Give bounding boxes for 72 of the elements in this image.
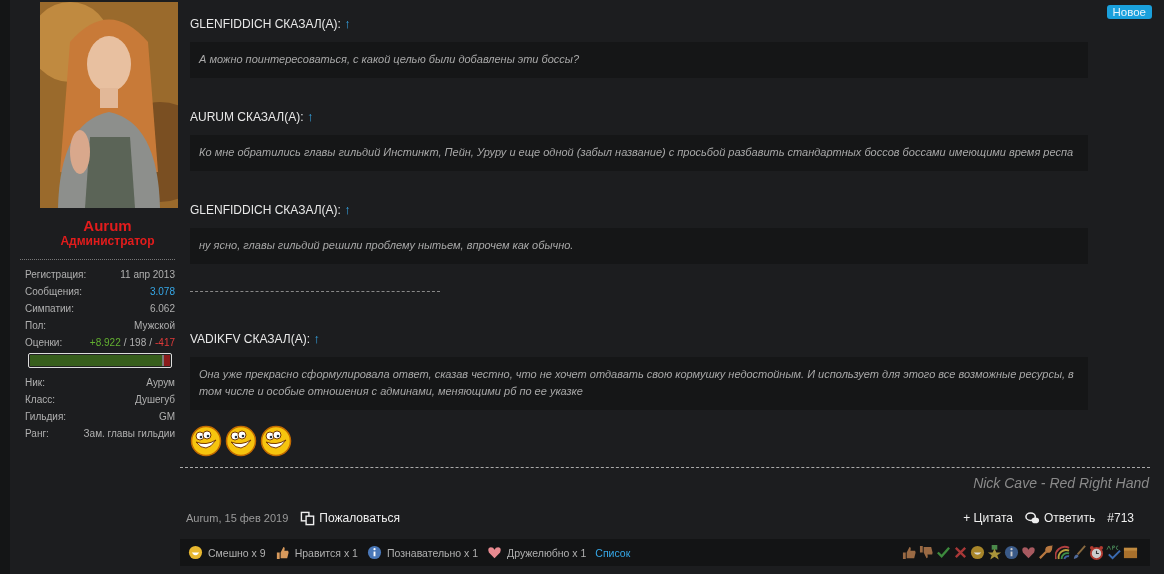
report-link[interactable]: Пожаловаться (300, 510, 400, 526)
stat-label: Оценки: (25, 337, 63, 348)
stat-value: 6.062 (149, 303, 175, 314)
grinning-smiley-icon (260, 425, 292, 457)
quote-author: GLENFIDDICH СКАЗАЛ(А): (190, 17, 341, 31)
copy-icon (300, 510, 316, 526)
profile-value: Зам. главы гильдии (83, 428, 175, 439)
quote-link[interactable]: + Цитата (963, 511, 1013, 525)
laughing-face-icon (188, 545, 203, 560)
profile-label: Ник: (25, 377, 45, 388)
quote-text: А можно поинтересоваться, с какой целью были добавлены эти боссы? (190, 42, 1088, 78)
alarm-clock-icon[interactable] (1089, 545, 1104, 560)
quote-author: VADIKFV СКАЗАЛ(А): (190, 332, 311, 346)
profile-label: Гильдия: (25, 411, 67, 422)
box-icon[interactable] (1123, 545, 1138, 560)
checkmark-icon[interactable] (936, 545, 951, 560)
positive-rating: +8.922 (89, 337, 121, 348)
stat-label: Симпатии: (25, 303, 74, 314)
reaction-count: Дружелюбно x 1 (507, 546, 587, 559)
stat-value: Мужской (134, 320, 175, 331)
profile-label: Класс: (25, 394, 55, 405)
rating-separator: / (149, 337, 152, 348)
reaction-count: Смешно x 9 (208, 546, 266, 559)
profile-label: Ранг: (25, 428, 49, 439)
rating-separator: / (123, 337, 127, 348)
profile-value: Душегуб (134, 394, 175, 405)
stat-label: Регистрация: (25, 269, 87, 280)
jump-link[interactable]: ↑ (344, 202, 351, 217)
new-badge: Новое (1106, 5, 1152, 19)
reaction-count: Нравится x 1 (294, 546, 358, 559)
profile-value: Аурум (146, 377, 175, 388)
brush-icon[interactable] (1072, 545, 1087, 560)
stat-label: Сообщения: (25, 286, 83, 297)
wrench-icon[interactable] (1038, 545, 1053, 560)
post-date[interactable]: Aurum, 15 фев 2019 (186, 512, 289, 524)
rainbow-icon[interactable] (1055, 545, 1070, 560)
quote-author: AURUM СКАЗАЛ(А): (190, 110, 304, 124)
info-icon[interactable] (1004, 545, 1019, 560)
heart-icon (487, 545, 503, 560)
info-icon (366, 545, 382, 560)
reactions-list-link[interactable]: Список (595, 546, 631, 559)
grinning-smiley-icon (190, 425, 222, 457)
jump-link[interactable]: ↑ (313, 331, 320, 346)
medal-icon[interactable] (987, 545, 1002, 560)
thumbs-up-icon (274, 545, 290, 560)
spellcheck-icon[interactable] (1106, 545, 1121, 560)
stat-value: 11 апр 2013 (120, 269, 175, 280)
jump-link[interactable]: ↑ (306, 109, 314, 124)
stat-value[interactable]: 3.078 (149, 286, 175, 297)
signature: Nick Cave - Red Right Hand (972, 475, 1150, 491)
negative-rating-segment (164, 355, 170, 366)
quote-text: Она уже прекрасно сформулировала ответ, сказав честно, что не хочет отдавать свою кормушку недостойным. И использует для этого все возможные ресурсы, в том числе и особые отношения с админами, меняющими рб по ее указке (190, 357, 1088, 410)
username[interactable]: Aurum (20, 217, 175, 234)
profile-value: GM (158, 411, 175, 422)
thumbs-up-icon[interactable] (902, 545, 917, 560)
quote-author: GLENFIDDICH СКАЗАЛ(А): (190, 203, 341, 217)
reply-link[interactable]: Ответить (1025, 510, 1096, 526)
negative-rating: -417 (155, 337, 175, 348)
quote-text: Ко мне обратились главы гильдий Инстинкт, Пейн, Уруру и еще одной (забыл название) с просьбой разбавить стандартных боссов боссами имеющими время респа (190, 135, 1088, 171)
heart-icon[interactable] (1021, 545, 1036, 560)
jump-link[interactable]: ↑ (344, 16, 351, 31)
reaction-count: Познавательно x 1 (386, 546, 479, 559)
thumbs-down-icon[interactable] (919, 545, 934, 560)
smile-icon[interactable] (970, 545, 985, 560)
grinning-smiley-icon (225, 425, 257, 457)
post-number[interactable]: #713 (1107, 511, 1134, 525)
neutral-rating: 198 (129, 337, 147, 348)
user-role: Администратор (59, 234, 156, 248)
speech-bubbles-icon (1025, 510, 1040, 526)
neutral-rating-segment (161, 355, 165, 366)
stat-label: Пол: (25, 320, 47, 331)
quote-text: ну ясно, главы гильдий решили проблему нытьем, впрочем как обычно. (190, 228, 1088, 264)
